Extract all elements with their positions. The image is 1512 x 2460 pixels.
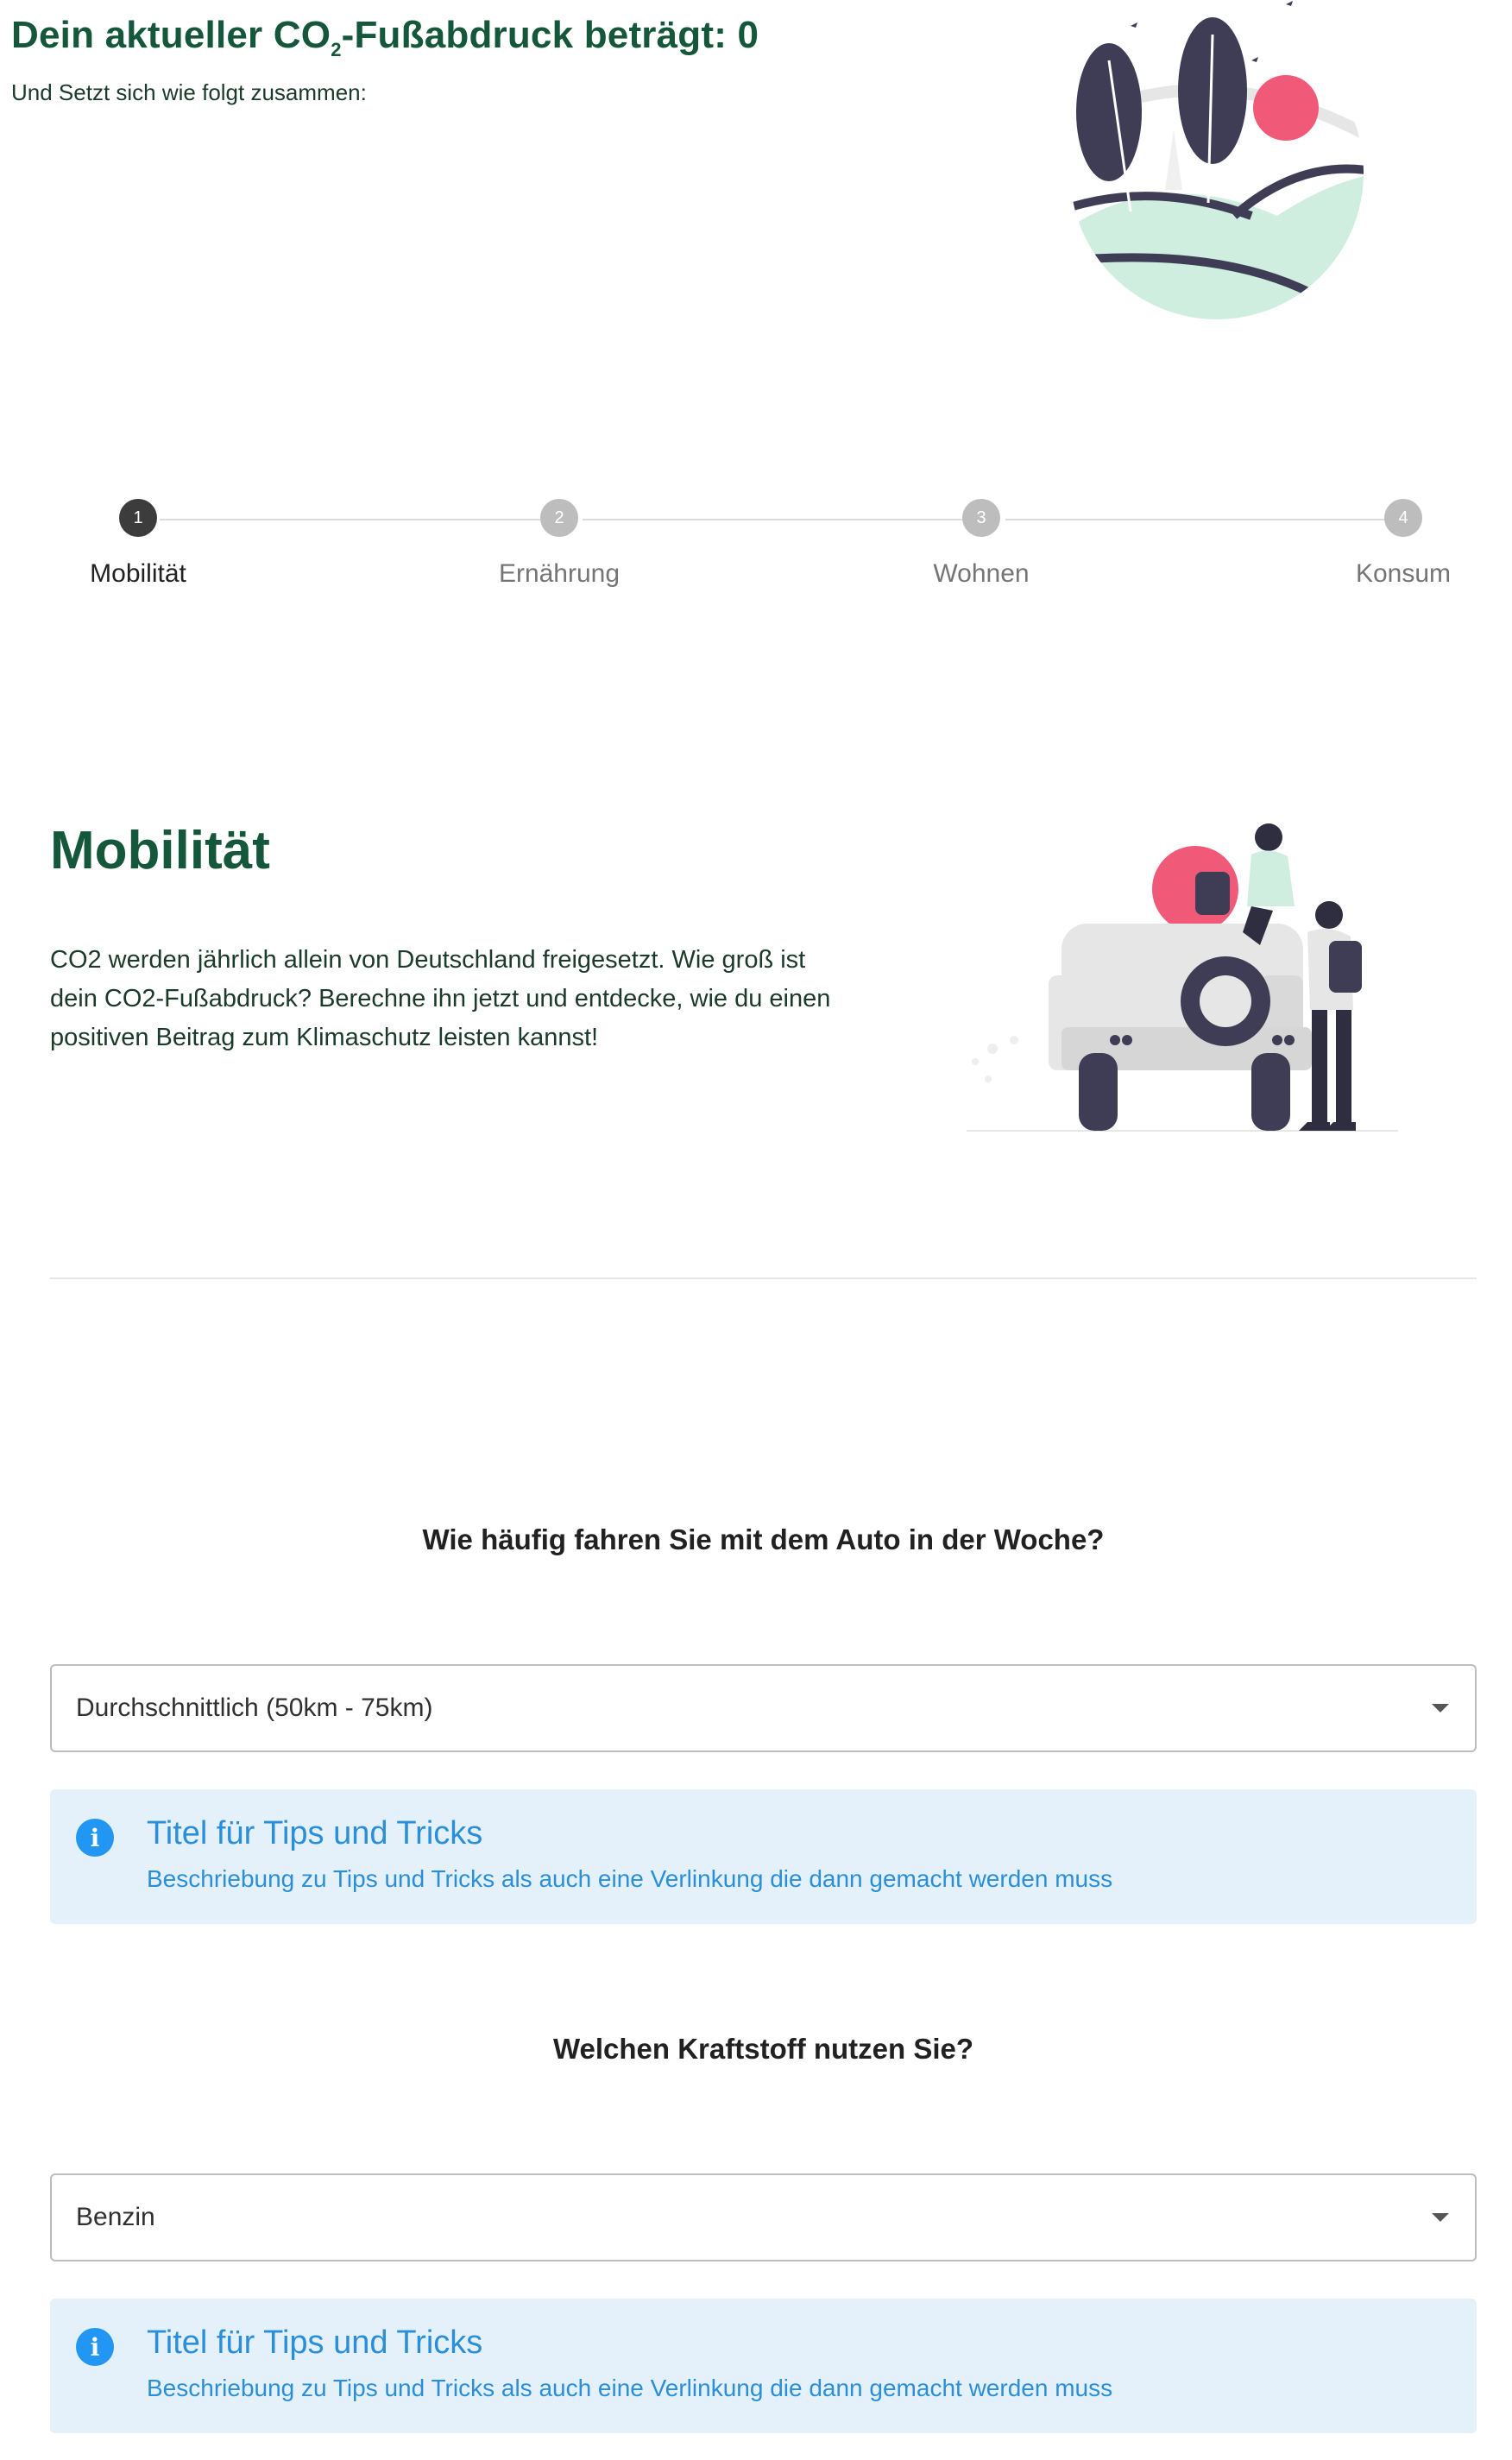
question-title: Wie häufig fahren Sie mit dem Auto in de… <box>422 1523 1105 1555</box>
footprint-subtitle: Und Setzt sich wie folgt zusammen: <box>11 79 367 105</box>
step-number: 2 <box>540 499 578 537</box>
chevron-down-icon <box>1432 1704 1449 1713</box>
landscape-illustration <box>1070 1 1364 319</box>
tip-title: Titel für Tips und Tricks <box>147 2324 483 2361</box>
info-icon: i <box>76 2328 114 2366</box>
step-label: Ernährung <box>498 559 621 588</box>
tip-title: Titel für Tips und Tricks <box>147 1815 483 1851</box>
tips-box: i Titel für Tips und Tricks Beschriebung… <box>50 1789 1477 1924</box>
step-ernaehrung[interactable]: 2 Ernährung <box>473 492 646 589</box>
info-icon: i <box>76 1819 114 1857</box>
select-value: Durchschnittlich (50km - 75km) <box>76 1694 433 1722</box>
step-number: 3 <box>962 499 1000 537</box>
section-divider <box>50 1277 1477 1279</box>
step-label: Mobilität <box>90 559 186 588</box>
tip-description: Beschriebung zu Tips und Tricks als auch… <box>147 1865 1113 1892</box>
footprint-title: Dein aktueller CO2-Fußabdruck beträgt: 0 <box>11 14 759 60</box>
step-konsum[interactable]: 4 Konsum <box>1317 492 1490 589</box>
step-number: 1 <box>119 499 157 537</box>
car-frequency-select[interactable]: Durchschnittlich (50km - 75km) <box>50 1664 1477 1752</box>
tip-description: Beschriebung zu Tips und Tricks als auch… <box>147 2375 1113 2401</box>
section-title: Mobilität <box>50 821 270 880</box>
chevron-down-icon <box>1432 2213 1449 2222</box>
step-label: Wohnen <box>933 559 1030 588</box>
page: Dein aktueller CO2-Fußabdruck beträgt: 0… <box>0 0 1512 2460</box>
tips-box: i Titel für Tips und Tricks Beschriebung… <box>50 2299 1477 2433</box>
stepper: 1 Mobilität 2 Ernährung 3 Wohnen 4 Konsu… <box>52 492 1476 596</box>
fuel-type-select[interactable]: Benzin <box>50 2173 1477 2261</box>
step-mobilitaet[interactable]: 1 Mobilität <box>52 492 224 589</box>
intro-text: CO2 werden jährlich allein von Deutschla… <box>50 946 831 1051</box>
select-value: Benzin <box>76 2203 155 2231</box>
question-title: Welchen Kraftstoff nutzen Sie? <box>552 2033 974 2065</box>
car-travel-illustration <box>967 823 1398 1132</box>
step-wohnen[interactable]: 3 Wohnen <box>895 492 1068 589</box>
step-number: 4 <box>1384 499 1422 537</box>
step-label: Konsum <box>1355 559 1452 588</box>
